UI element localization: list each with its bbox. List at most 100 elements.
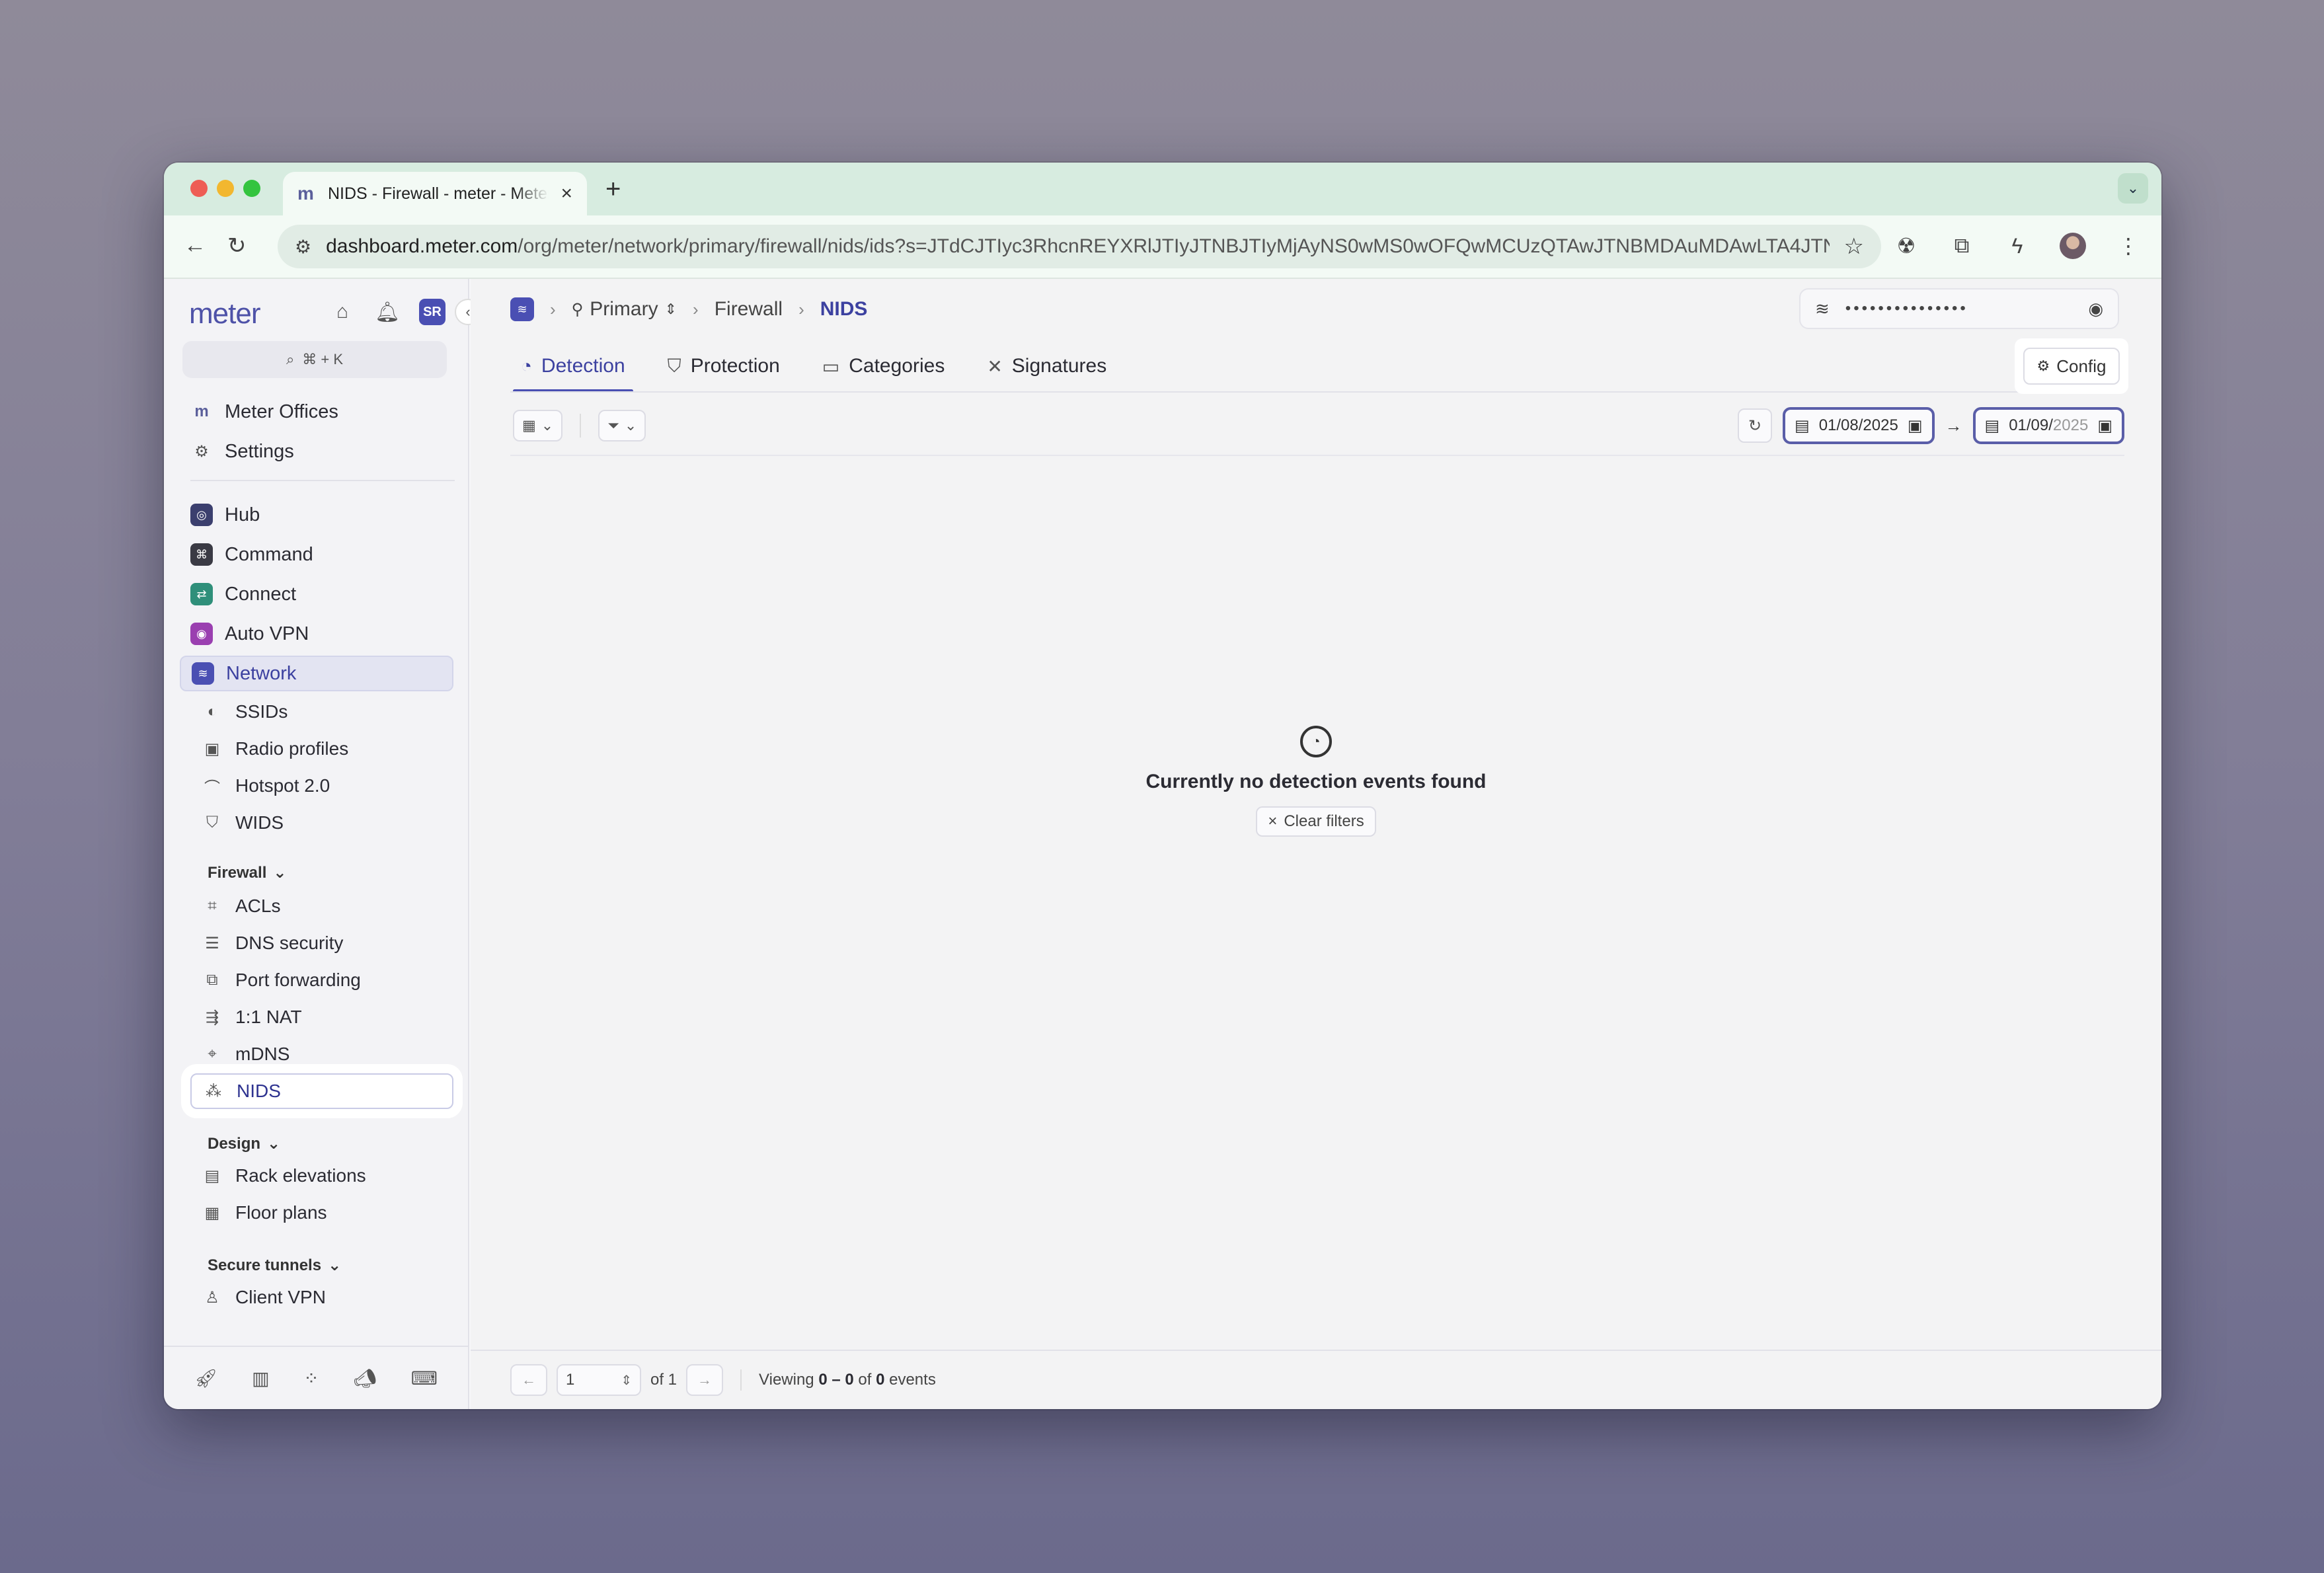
sidebar-item-wids[interactable]: ⛉ WIDS	[190, 805, 453, 841]
network-wifi-icon: ≋	[192, 662, 214, 685]
chevron-down-icon: ⌄	[624, 417, 637, 434]
bookmark-star-icon[interactable]: ☆	[1844, 233, 1864, 260]
tab-search-chevron-icon[interactable]: ⌄	[2118, 173, 2148, 204]
search-input[interactable]: ⌕ ⌘ + K	[182, 341, 447, 378]
more-menu-icon[interactable]: ⋮	[2115, 233, 2142, 258]
network-wifi-icon[interactable]: ≋	[510, 297, 534, 321]
user-avatar[interactable]: SR	[419, 299, 445, 325]
tab-categories[interactable]: ▭ Categories	[814, 340, 953, 393]
close-tab-icon[interactable]: ×	[561, 182, 572, 205]
config-button[interactable]: ⚙ Config	[2023, 348, 2120, 385]
rocket-icon[interactable]: 🚀︎	[194, 1367, 218, 1389]
gear-icon: ⚙	[194, 442, 209, 461]
page-number-input[interactable]: 1 ⇕	[557, 1364, 641, 1396]
end-date-input[interactable]: ▤ 01/09/2025 ▣	[1972, 407, 2124, 444]
sidebar-item-hub[interactable]: ◎ Hub	[180, 497, 453, 533]
sidebar-item-meter-offices[interactable]: m Meter Offices	[180, 394, 453, 430]
new-tab-icon[interactable]: +	[605, 174, 621, 204]
eye-icon[interactable]: ◉	[2088, 299, 2103, 319]
sidebar-item-settings[interactable]: ⚙ Settings	[180, 434, 453, 469]
updown-chevron-icon: ⇕	[621, 1373, 632, 1388]
breadcrumb-current: NIDS	[820, 298, 868, 320]
clear-filters-button[interactable]: × Clear filters	[1256, 806, 1376, 837]
close-window-button[interactable]	[190, 180, 208, 197]
columns-button[interactable]: ▦ ⌄	[513, 410, 563, 441]
sidebar-item-radio-profiles[interactable]: ▣ Radio profiles	[190, 731, 453, 767]
config-highlight: ⚙ Config	[2015, 338, 2128, 394]
sidebar-item-label: Command	[225, 543, 313, 565]
bell-icon[interactable]: 🔔︎	[374, 301, 401, 324]
tabs-divider	[510, 391, 2124, 393]
sidebar-item-nids[interactable]: ⁂ NIDS	[190, 1073, 453, 1109]
breadcrumb-firewall[interactable]: Firewall	[715, 298, 783, 321]
sidebar-item-ssids[interactable]: ◐ SSIDs	[190, 694, 453, 730]
secure-tunnels-section-heading[interactable]: Secure tunnels ⌄	[208, 1256, 341, 1275]
next-page-icon[interactable]: →	[686, 1364, 724, 1396]
keyboard-icon[interactable]: ⌨	[411, 1367, 438, 1389]
chevron-down-icon: ⌄	[541, 417, 554, 434]
address-bar[interactable]: ⚙ dashboard.meter.com/org/meter/network/…	[278, 225, 1881, 268]
sidebar-item-label: Connect	[225, 583, 297, 605]
sidebar-item-port-forwarding[interactable]: ⧉ Port forwarding	[190, 962, 453, 998]
design-section-heading[interactable]: Design ⌄	[208, 1134, 280, 1153]
apps-grid-icon[interactable]: ⁘	[303, 1367, 319, 1389]
extensions-puzzle-icon[interactable]: ⧉	[1949, 233, 1975, 258]
meter-m-icon: m	[194, 403, 209, 420]
book-icon[interactable]: ▥	[252, 1367, 269, 1389]
tab-signatures[interactable]: ✕ Signatures	[979, 340, 1114, 393]
main-content: ≋ › ⚲ Primary ⇕ › Firewall › NIDS ≋ ••••…	[471, 279, 2161, 1409]
refresh-icon[interactable]: ↻	[1738, 408, 1772, 443]
wifi-icon: ≋	[1815, 298, 1830, 319]
breadcrumb-network-select[interactable]: ⚲ Primary ⇕	[572, 298, 677, 321]
site-settings-icon[interactable]: ⚙	[295, 236, 311, 258]
arrow-right-icon: →	[1945, 415, 1962, 436]
table-icon: ▦	[522, 417, 536, 434]
tab-protection[interactable]: ⛉ Protection	[660, 340, 788, 393]
shield-icon: ⛉	[667, 355, 681, 376]
sidebar-item-floor-plans[interactable]: ▦ Floor plans	[190, 1195, 453, 1231]
previous-page-icon[interactable]: ←	[510, 1364, 547, 1396]
maximize-window-button[interactable]	[243, 180, 260, 197]
start-date-input[interactable]: ▤ 01/08/2025 ▣	[1783, 407, 1935, 444]
radar-icon: ◔	[521, 356, 532, 376]
firewall-section-heading[interactable]: Firewall ⌄	[208, 863, 286, 882]
sidebar-item-client-vpn[interactable]: ♙ Client VPN	[190, 1280, 453, 1315]
sidebar-item-hotspot[interactable]: ⌒ Hotspot 2.0	[190, 768, 453, 804]
toggle-icon: ◐	[207, 703, 217, 720]
sidebar-item-rack-elevations[interactable]: ▤ Rack elevations	[190, 1158, 453, 1194]
sidebar-item-dns-security[interactable]: ☰ DNS security	[190, 925, 453, 961]
megaphone-icon[interactable]: 📣︎	[353, 1367, 377, 1389]
sidebar-item-label: Port forwarding	[235, 970, 361, 990]
calendar-picker-icon[interactable]: ▣	[2097, 416, 2112, 436]
breadcrumb-network-label: Primary	[590, 298, 658, 320]
sidebar-item-command[interactable]: ⌘ Command	[180, 537, 453, 572]
profile-avatar[interactable]	[2060, 233, 2086, 259]
nat-icon: ⇶	[205, 1008, 219, 1026]
hub-icon: ◎	[190, 504, 213, 526]
lightning-icon[interactable]: ϟ	[2004, 234, 2031, 258]
tab-detection[interactable]: ◔ Detection	[513, 340, 633, 393]
meter-logo[interactable]: meter	[189, 297, 260, 330]
browser-tab[interactable]: m NIDS - Firewall - meter - Meter ×	[283, 172, 587, 215]
back-arrow-icon[interactable]: ←	[184, 233, 206, 258]
sidebar-item-mdns[interactable]: ⌖ mDNS	[190, 1036, 453, 1072]
filter-button[interactable]: ⏷ ⌄	[598, 410, 646, 441]
shield-icon: ⛉	[206, 814, 218, 831]
viewing-of: of	[858, 1371, 872, 1389]
dns-icon: ☰	[205, 934, 219, 952]
reload-icon[interactable]: ↻	[227, 233, 247, 259]
sidebar-item-network[interactable]: ≋ Network	[180, 656, 453, 691]
calendar-picker-icon[interactable]: ▣	[1908, 416, 1923, 436]
sidebar-item-auto-vpn[interactable]: ◉ Auto VPN	[180, 616, 453, 652]
extension-radiation-icon[interactable]: ☢	[1893, 233, 1919, 258]
store-icon[interactable]: ⌂	[329, 301, 356, 323]
sidebar-item-label: ACLs	[235, 896, 281, 916]
sidebar-item-nat[interactable]: ⇶ 1:1 NAT	[190, 999, 453, 1035]
sidebar-item-label: WIDS	[235, 812, 284, 833]
sidebar-item-label: mDNS	[235, 1044, 290, 1064]
sidebar-item-label: Auto VPN	[225, 623, 309, 644]
minimize-window-button[interactable]	[217, 180, 234, 197]
sidebar-item-acls[interactable]: ⌗ ACLs	[190, 888, 453, 924]
sidebar-item-label: Radio profiles	[235, 738, 349, 759]
sidebar-item-connect[interactable]: ⇄ Connect	[180, 576, 453, 612]
